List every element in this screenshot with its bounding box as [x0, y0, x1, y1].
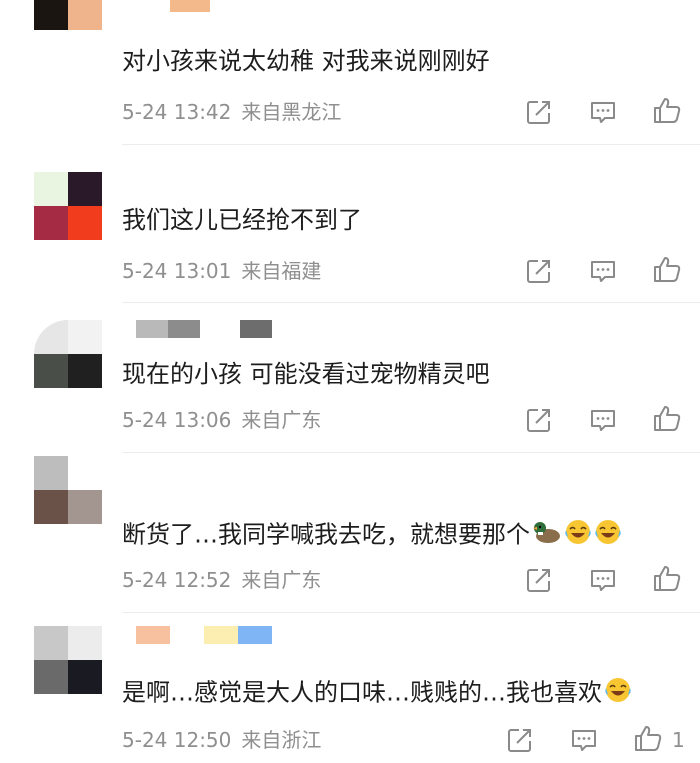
- divider: [122, 302, 700, 303]
- comment-text: 是啊…感觉是大人的口味…贱贱的…我也喜欢: [122, 676, 632, 711]
- avatar[interactable]: [34, 172, 102, 240]
- laughing-tears-emoji: [594, 518, 622, 553]
- laughing-tears-emoji: [564, 518, 592, 553]
- comment-text-body: 是啊…感觉是大人的口味…贱贱的…我也喜欢: [122, 678, 602, 707]
- share-icon[interactable]: [505, 725, 535, 755]
- comment-date: 5-24 13:01: [122, 259, 232, 283]
- comment-location: 来自浙江: [241, 728, 322, 752]
- comment-location: 来自广东: [241, 408, 322, 432]
- avatar[interactable]: [34, 0, 102, 64]
- avatar[interactable]: [34, 320, 102, 388]
- share-icon[interactable]: [524, 565, 554, 595]
- comment-date: 5-24 12:52: [122, 568, 232, 592]
- comment-location: 来自福建: [241, 259, 322, 283]
- comment-text: 断货了…我同学喊我去吃，就想要那个: [122, 518, 622, 553]
- comment-location: 来自广东: [241, 568, 322, 592]
- laughing-tears-emoji: [604, 676, 632, 711]
- share-icon[interactable]: [524, 256, 554, 286]
- comment-text: 对小孩来说太幼稚 对我来说刚刚好: [122, 47, 490, 75]
- comment-date: 5-24 12:50: [122, 728, 232, 752]
- username-mosaic[interactable]: [170, 0, 210, 12]
- username-mosaic[interactable]: [136, 320, 272, 338]
- avatar[interactable]: [34, 626, 102, 694]
- avatar[interactable]: [34, 456, 102, 524]
- comment-icon[interactable]: [569, 725, 599, 755]
- share-icon[interactable]: [524, 405, 554, 435]
- comment-icon[interactable]: [588, 405, 618, 435]
- comment-icon[interactable]: [588, 97, 618, 127]
- comment-text: 我们这儿已经抢不到了: [122, 206, 362, 234]
- divider: [122, 612, 700, 613]
- comment-meta: 5-24 13:01 来自福建: [122, 259, 321, 283]
- comment-text: 现在的小孩 可能没看过宠物精灵吧: [122, 360, 490, 388]
- divider: [122, 144, 700, 145]
- comment-date: 5-24 13:06: [122, 408, 232, 432]
- comment-icon[interactable]: [588, 256, 618, 286]
- comment-meta: 5-24 13:42 来自黑龙江: [122, 100, 341, 124]
- share-icon[interactable]: [524, 97, 554, 127]
- like-count: 1: [672, 728, 685, 752]
- thumbs-up-icon[interactable]: [652, 254, 682, 284]
- username-mosaic[interactable]: [136, 626, 272, 644]
- thumbs-up-icon[interactable]: [652, 95, 682, 125]
- comment-meta: 5-24 12:50 来自浙江: [122, 728, 321, 752]
- comment-icon[interactable]: [588, 565, 618, 595]
- comment-location: 来自黑龙江: [241, 100, 342, 124]
- thumbs-up-icon[interactable]: [652, 563, 682, 593]
- comment-date: 5-24 13:42: [122, 100, 232, 124]
- thumbs-up-icon[interactable]: [633, 723, 663, 753]
- comment-meta: 5-24 13:06 来自广东: [122, 408, 321, 432]
- comment-text-body: 断货了…我同学喊我去吃，就想要那个: [122, 520, 530, 549]
- comment-meta: 5-24 12:52 来自广东: [122, 568, 321, 592]
- divider: [122, 452, 700, 453]
- duck-emoji: [532, 519, 562, 552]
- thumbs-up-icon[interactable]: [652, 403, 682, 433]
